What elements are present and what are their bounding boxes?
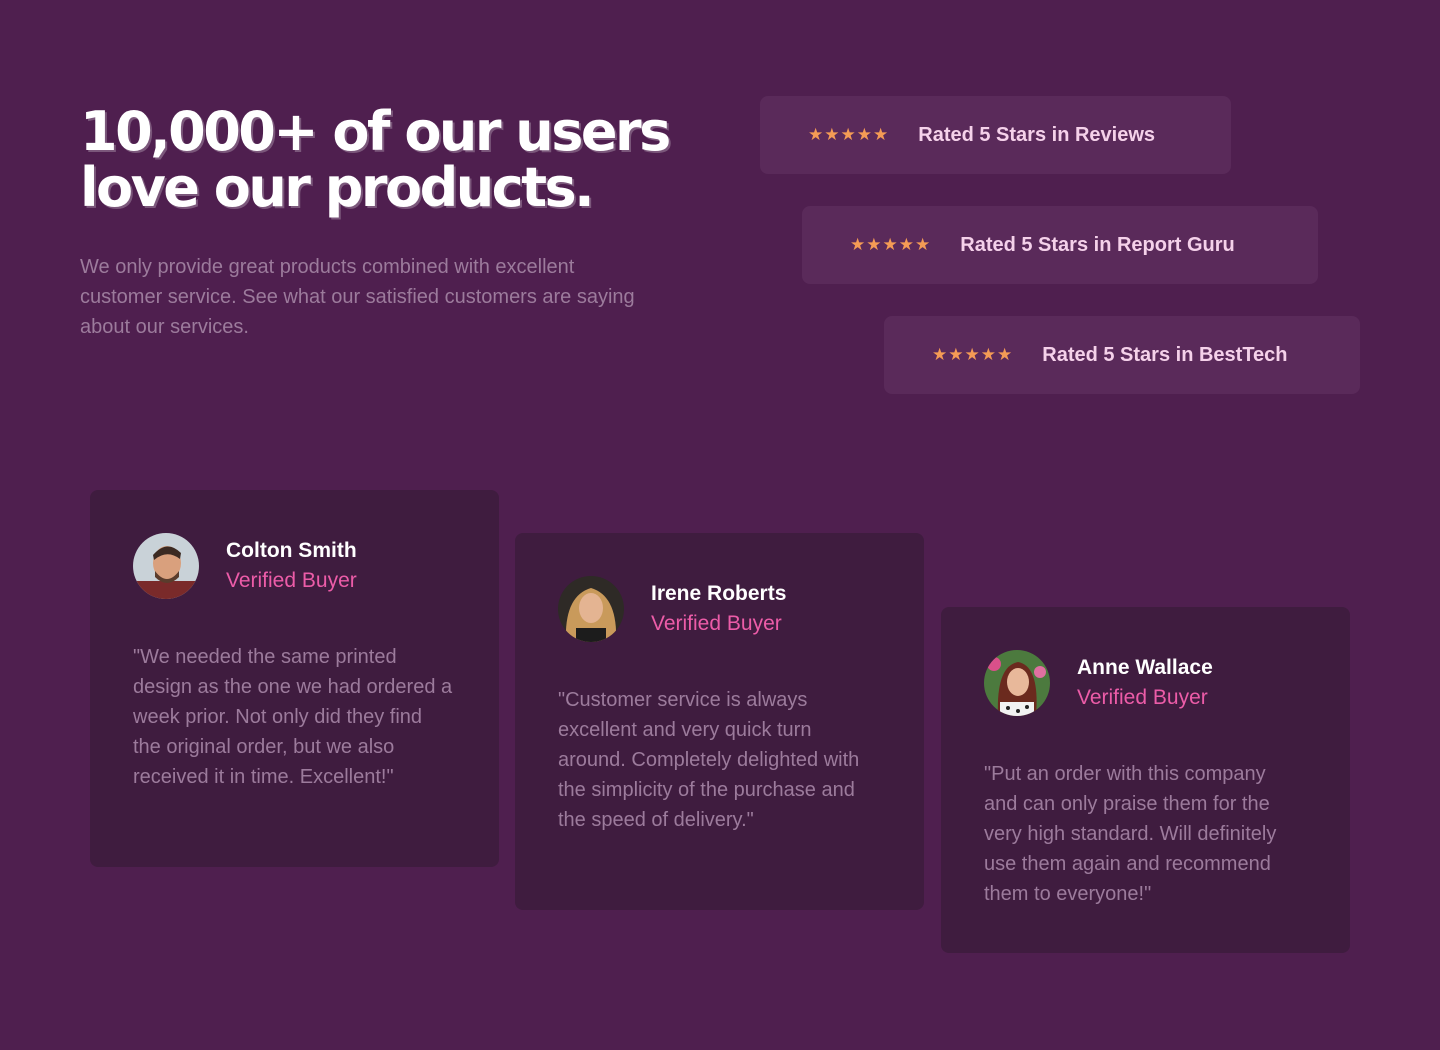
star-icon: ★ <box>824 124 840 145</box>
avatar <box>558 576 624 642</box>
testimonial-header: Irene Roberts Verified Buyer <box>558 576 881 642</box>
page-title: 10,000+ of our users love our products. <box>80 104 680 216</box>
star-rating: ★ ★ ★ ★ ★ <box>808 124 889 145</box>
star-icon: ★ <box>850 234 866 255</box>
testimonial-quote: "Customer service is always excellent an… <box>558 689 860 831</box>
testimonials-page: 10,000+ of our users love our products. … <box>0 0 1440 1050</box>
testimonial-quote: "Put an order with this company and can … <box>984 763 1277 905</box>
rating-label: Rated 5 Stars in BestTech <box>1042 343 1288 366</box>
avatar <box>133 533 199 599</box>
verified-badge: Verified Buyer <box>1077 686 1208 709</box>
rating-report-guru: ★ ★ ★ ★ ★ Rated 5 Stars in Report Guru <box>802 206 1318 284</box>
star-icon: ★ <box>873 124 889 145</box>
testimonial-header: Colton Smith Verified Buyer <box>133 533 456 599</box>
avatar <box>984 650 1050 716</box>
star-icon: ★ <box>840 124 856 145</box>
reviewer-name: Colton Smith <box>226 539 357 562</box>
reviewer-name: Irene Roberts <box>651 582 787 605</box>
page-title-line-1: 10,000+ of our users <box>80 100 671 163</box>
testimonial-quote: "We needed the same printed design as th… <box>133 646 453 788</box>
star-icon: ★ <box>948 344 964 365</box>
reviewer-name: Anne Wallace <box>1077 656 1213 679</box>
star-icon: ★ <box>932 344 948 365</box>
star-rating: ★ ★ ★ ★ ★ <box>850 234 931 255</box>
star-rating: ★ ★ ★ ★ ★ <box>932 344 1013 365</box>
page-title-line-2: love our products. <box>80 156 595 219</box>
star-icon: ★ <box>980 344 996 365</box>
rating-reviews: ★ ★ ★ ★ ★ Rated 5 Stars in Reviews <box>760 96 1231 174</box>
star-icon: ★ <box>856 124 872 145</box>
reviewer-info: Colton Smith Verified Buyer <box>226 536 357 596</box>
star-icon: ★ <box>997 344 1013 365</box>
testimonial-header: Anne Wallace Verified Buyer <box>984 650 1307 716</box>
testimonial-card: Irene Roberts Verified Buyer "Customer s… <box>515 533 924 910</box>
rating-besttech: ★ ★ ★ ★ ★ Rated 5 Stars in BestTech <box>884 316 1360 394</box>
testimonial-card: Anne Wallace Verified Buyer "Put an orde… <box>941 607 1350 953</box>
star-icon: ★ <box>964 344 980 365</box>
intro-text: We only provide great products combined … <box>80 256 635 338</box>
reviewer-info: Irene Roberts Verified Buyer <box>651 579 786 639</box>
star-icon: ★ <box>882 234 898 255</box>
verified-badge: Verified Buyer <box>651 612 782 635</box>
testimonial-card: Colton Smith Verified Buyer "We needed t… <box>90 490 499 867</box>
verified-badge: Verified Buyer <box>226 569 357 592</box>
rating-label: Rated 5 Stars in Report Guru <box>960 233 1235 256</box>
rating-label: Rated 5 Stars in Reviews <box>918 123 1156 146</box>
star-icon: ★ <box>898 234 914 255</box>
star-icon: ★ <box>866 234 882 255</box>
star-icon: ★ <box>915 234 931 255</box>
star-icon: ★ <box>808 124 824 145</box>
reviewer-info: Anne Wallace Verified Buyer <box>1077 653 1213 713</box>
